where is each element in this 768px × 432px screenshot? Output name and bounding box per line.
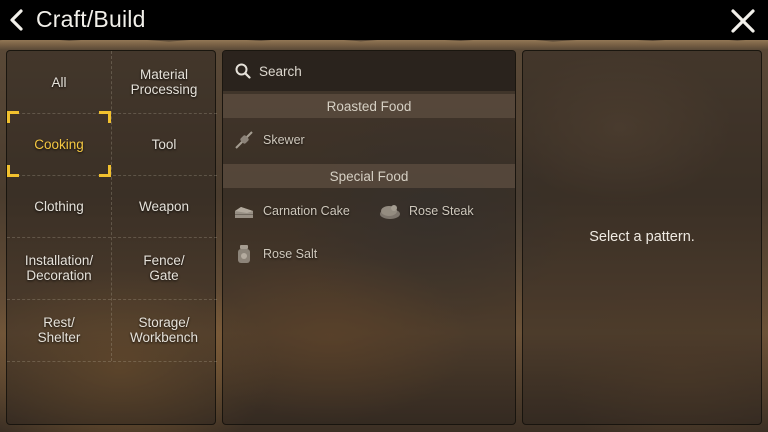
category-label: Weapon [138,198,190,214]
category-fence-gate[interactable]: Fence/ Gate [112,237,216,299]
recipe-list-panel: Search Roasted Food Skewer Special Food … [222,50,516,425]
category-label: Tool [151,136,177,152]
detail-panel: Select a pattern. [522,50,762,425]
recipe-label: Skewer [263,133,305,147]
category-label: Cooking [34,136,84,152]
section-title: Special Food [329,168,409,184]
category-clothing[interactable]: Clothing [7,175,111,237]
section-header-roasted-food: Roasted Food [223,94,515,118]
recipe-label: Rose Steak [409,204,474,218]
section-header-special-food: Special Food [223,164,515,188]
salt-jar-icon [238,245,250,263]
category-all[interactable]: All [7,51,111,113]
category-weapon[interactable]: Weapon [112,175,216,237]
category-rest-shelter[interactable]: Rest/ Shelter [7,299,111,361]
steak-icon [380,205,400,219]
category-tool[interactable]: Tool [112,113,216,175]
top-bar: Craft/Build [0,0,768,40]
recipe-item-rose-steak[interactable]: Rose Steak [379,196,474,226]
category-installation-decoration[interactable]: Installation/ Decoration [7,237,111,299]
search-icon [235,63,251,79]
select-pattern-hint: Select a pattern. [589,229,695,245]
category-label: All [51,74,67,90]
recipe-item-rose-salt[interactable]: Rose Salt [233,239,317,269]
category-label: Rest/ Shelter [37,315,81,345]
search-input[interactable]: Search [223,51,515,91]
cake-icon [235,207,253,218]
category-label: Installation/ Decoration [24,253,94,283]
recipe-label: Rose Salt [263,247,318,261]
page-title: Craft/Build [36,6,146,32]
category-material-processing[interactable]: Material Processing [112,51,216,113]
category-panel: All Material Processing Cooking Tool Clo… [6,50,217,425]
category-cooking[interactable]: Cooking [7,111,111,177]
category-label: Clothing [34,198,84,214]
category-label: Fence/ Gate [143,253,185,283]
selection-bracket [7,111,19,123]
grid-divider [7,361,217,362]
search-placeholder: Search [259,63,302,79]
skewer-icon [235,131,253,149]
category-grid: All Material Processing Cooking Tool Clo… [7,51,217,362]
recipe-item-carnation-cake[interactable]: Carnation Cake [233,196,350,226]
category-label: Material Processing [130,67,198,97]
close-icon [731,9,755,33]
category-label: Storage/ Workbench [129,315,199,345]
close-button[interactable] [730,8,756,34]
recipe-item-skewer[interactable]: Skewer [233,125,305,155]
recipe-label: Carnation Cake [263,204,350,218]
section-title: Roasted Food [326,98,412,114]
category-storage-workbench[interactable]: Storage/ Workbench [112,299,216,361]
selection-bracket [99,111,111,123]
chevron-left-icon [10,9,23,31]
back-button[interactable] [6,6,28,34]
